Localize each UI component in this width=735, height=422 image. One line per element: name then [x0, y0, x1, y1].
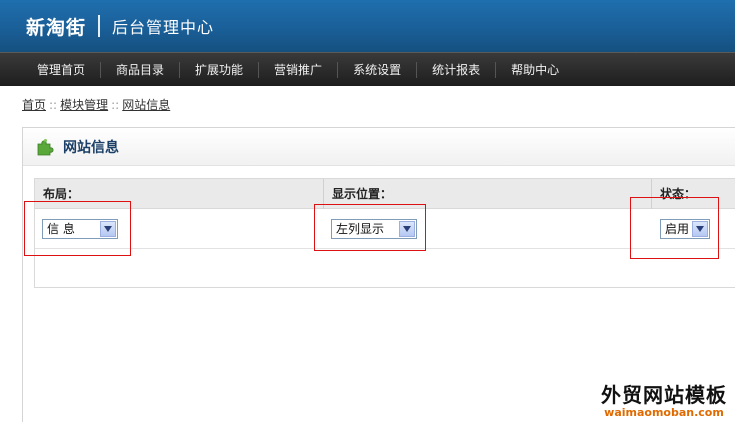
panel-header: 网站信息 — [23, 128, 735, 166]
breadcrumb-site-info[interactable]: 网站信息 — [122, 98, 170, 112]
nav-item-reports[interactable]: 统计报表 — [417, 61, 497, 78]
breadcrumb-separator: :: — [111, 98, 120, 112]
breadcrumb: 首页:: 模块管理:: 网站信息 — [22, 96, 170, 113]
panel-title: 网站信息 — [63, 139, 119, 156]
nav-item-settings[interactable]: 系统设置 — [338, 61, 418, 78]
header-subtitle: 后台管理中心 — [112, 18, 215, 37]
watermark-en: waimaomoban.com — [604, 406, 724, 419]
site-info-panel: 网站信息 布局： 显示位置： 状态： 信 息 左列显示 启用 — [22, 127, 735, 422]
brand-logo[interactable]: 新淘街 — [26, 13, 86, 40]
breadcrumb-modules[interactable]: 模块管理 — [60, 98, 108, 112]
highlight-box-status — [630, 197, 719, 259]
puzzle-icon — [35, 137, 55, 157]
watermark: 外贸网站模板 waimaomoban.com — [601, 379, 727, 419]
nav-item-catalog[interactable]: 商品目录 — [101, 61, 181, 78]
nav-item-help[interactable]: 帮助中心 — [496, 62, 574, 78]
highlight-box-layout — [24, 201, 131, 256]
brand-divider — [98, 15, 101, 37]
nav-item-home[interactable]: 管理首页 — [22, 61, 102, 78]
highlight-box-position — [314, 204, 426, 251]
nav-item-extensions[interactable]: 扩展功能 — [180, 61, 260, 78]
breadcrumb-home[interactable]: 首页 — [22, 98, 46, 112]
main-nav: 管理首页 商品目录 扩展功能 营销推广 系统设置 统计报表 帮助中心 — [0, 52, 735, 86]
breadcrumb-separator: :: — [49, 98, 58, 112]
nav-item-marketing[interactable]: 营销推广 — [259, 61, 339, 78]
header: 新淘街 后台管理中心 — [0, 0, 735, 52]
watermark-cn: 外贸网站模板 — [601, 383, 727, 407]
